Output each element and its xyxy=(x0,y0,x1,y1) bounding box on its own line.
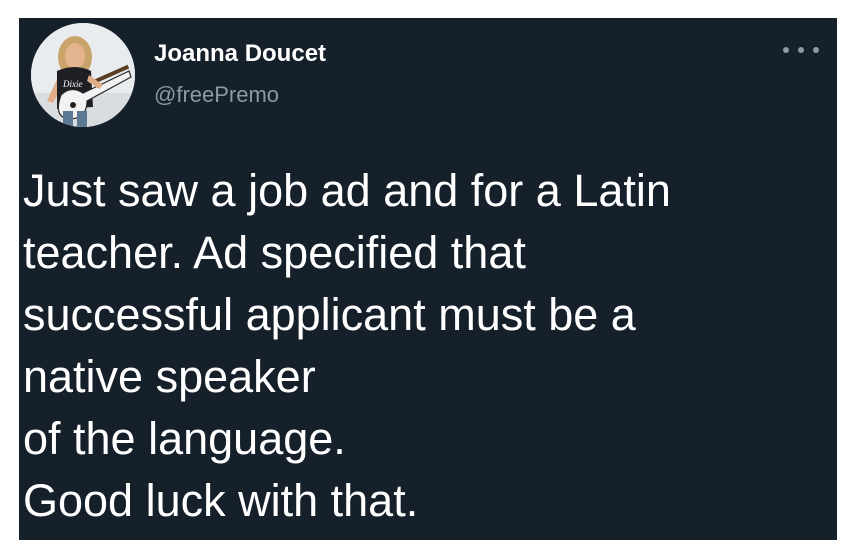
author-handle[interactable]: @freePremo xyxy=(154,82,279,108)
tweet-text-line: native speaker xyxy=(23,351,316,402)
svg-text:Dixie: Dixie xyxy=(62,79,83,89)
author-name[interactable]: Joanna Doucet xyxy=(154,40,326,68)
more-horizontal-icon-dot xyxy=(798,47,804,53)
tweet-text-line: successful applicant must be a xyxy=(23,289,636,340)
more-options-button[interactable] xyxy=(783,40,819,60)
tweet-text-line: of the language. xyxy=(23,413,346,464)
author-avatar[interactable]: Dixie xyxy=(31,23,135,127)
avatar-image: Dixie xyxy=(31,23,135,127)
more-horizontal-icon-dot xyxy=(813,47,819,53)
tweet-text-line: Just saw a job ad and for a Latin xyxy=(23,165,671,216)
more-horizontal-icon xyxy=(783,47,789,53)
tweet-card: Dixie Joanna Doucet @freePremo Just saw … xyxy=(19,18,837,540)
tweet-text-line: teacher. Ad specified that xyxy=(23,227,526,278)
tweet-text: Just saw a job ad and for a Latin teache… xyxy=(23,160,823,532)
tweet-text-line: Good luck with that. xyxy=(23,475,419,526)
